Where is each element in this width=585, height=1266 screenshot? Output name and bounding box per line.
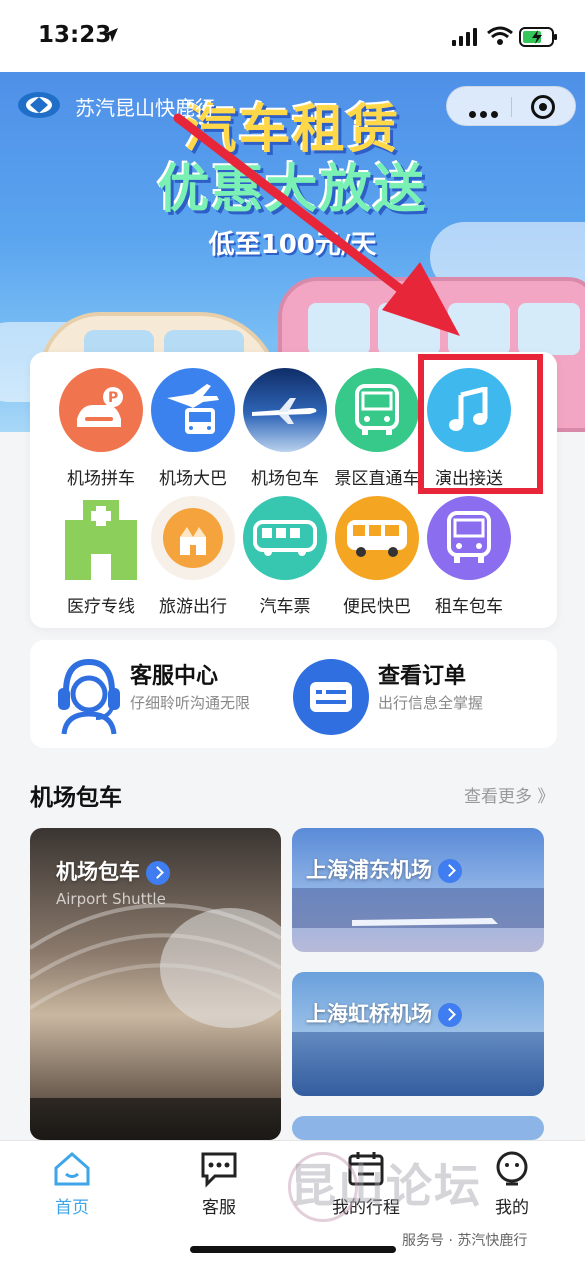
section-title: 机场包车 <box>30 785 122 811</box>
tile-title: 机场包车 <box>56 856 170 886</box>
service-express-bus[interactable]: 便民快巴 <box>330 496 424 617</box>
logo-icon <box>18 92 60 118</box>
plane-bus-icon <box>151 368 235 452</box>
pudong-airport-tile[interactable]: 上海浦东机场 <box>292 828 544 952</box>
view-orders-title: 查看订单 <box>378 664 467 689</box>
service-medical-line[interactable]: 医疗专线 <box>54 496 148 617</box>
service-scenic-shuttle[interactable]: 景区直通车 <box>330 368 424 489</box>
cellular-signal-icon <box>452 28 477 46</box>
carpool-p-icon: P <box>59 368 143 452</box>
chevron-right-icon <box>438 1003 462 1027</box>
tile-title: 上海虹桥机场 <box>306 998 462 1028</box>
coach-icon <box>243 496 327 580</box>
customer-service-center[interactable]: 客服中心 仔细聆听沟通无限 <box>48 656 288 736</box>
orders-chat-icon <box>293 659 369 735</box>
more-options-icon[interactable] <box>469 103 502 122</box>
service-travel[interactable]: 旅游出行 <box>146 496 240 617</box>
view-orders-subtitle: 出行信息全掌握 <box>378 694 484 712</box>
rental-bus-icon <box>427 496 511 580</box>
minibus-icon <box>335 496 419 580</box>
profile-face-icon <box>496 1151 528 1186</box>
customer-service-subtitle: 仔细聆听沟通无限 <box>130 694 251 712</box>
bus-icon <box>335 368 419 452</box>
mini-program-title: 苏汽昆山快鹿行 <box>75 96 215 120</box>
status-time: 13:23 <box>38 22 112 48</box>
footer-note: 服务号 · 苏汽快鹿行 <box>402 1233 528 1249</box>
watermark-text: 昆山论坛 <box>290 1159 482 1213</box>
service-car-rental[interactable]: 租车包车 <box>422 496 516 617</box>
home-indicator[interactable] <box>190 1246 396 1253</box>
view-orders[interactable]: 查看订单 出行信息全掌握 <box>292 656 542 736</box>
mini-program-header: 苏汽昆山快鹿行 <box>0 82 585 126</box>
service-label: 汽车票 <box>259 597 311 617</box>
promo-line-3: 低至100元/天 <box>208 230 377 260</box>
view-more-link[interactable]: 查看更多 》 <box>464 782 554 807</box>
tab-label: 首页 <box>55 1198 89 1218</box>
capsule-menu[interactable] <box>446 86 576 126</box>
service-airport-carpool[interactable]: P 机场拼车 <box>54 368 148 489</box>
service-label: 机场大巴 <box>159 469 227 489</box>
battery-charging-icon <box>519 27 557 47</box>
customer-service-title: 客服中心 <box>130 664 219 689</box>
service-airport-bus[interactable]: 机场大巴 <box>146 368 240 489</box>
service-label: 医疗专线 <box>67 597 135 617</box>
service-label: 景区直通车 <box>334 469 420 489</box>
wifi-icon <box>487 26 513 45</box>
close-mini-program-icon[interactable] <box>531 95 555 119</box>
hongqiao-airport-tile[interactable]: 上海虹桥机场 <box>292 972 544 1096</box>
hospital-icon <box>59 496 143 580</box>
status-bar: 13:23 <box>0 0 585 72</box>
service-label: 旅游出行 <box>159 597 227 617</box>
headset-agent-icon <box>58 658 120 735</box>
promo-line-2: 优惠大放送 <box>157 160 428 220</box>
chat-bubble-icon <box>201 1152 237 1188</box>
service-label: 租车包车 <box>435 597 503 617</box>
home-icon <box>54 1152 90 1186</box>
tile-subtitle: Airport Shuttle <box>56 890 166 908</box>
tab-service[interactable]: 客服 <box>169 1149 269 1218</box>
airport-shuttle-tile[interactable]: 机场包车 Airport Shuttle <box>30 828 281 1140</box>
service-label: 便民快巴 <box>343 597 411 617</box>
service-bus-ticket[interactable]: 汽车票 <box>238 496 332 617</box>
highlight-box <box>418 354 543 494</box>
next-airport-tile[interactable] <box>292 1116 544 1140</box>
castle-icon <box>151 496 235 580</box>
tab-label: 客服 <box>202 1198 236 1218</box>
service-airport-charter[interactable]: 机场包车 <box>238 368 332 489</box>
quick-actions-card: 客服中心 仔细聆听沟通无限 查看订单 出行信息全掌握 <box>30 640 557 748</box>
tab-home[interactable]: 首页 <box>22 1149 122 1218</box>
service-label: 机场包车 <box>251 469 319 489</box>
tile-title: 上海浦东机场 <box>306 854 462 884</box>
location-arrow-icon <box>104 28 118 42</box>
airplane-photo-icon <box>243 368 327 452</box>
chevron-right-icon <box>438 859 462 883</box>
chevron-right-icon <box>146 861 170 885</box>
svg-text:P: P <box>108 390 118 406</box>
service-label: 机场拼车 <box>67 469 135 489</box>
